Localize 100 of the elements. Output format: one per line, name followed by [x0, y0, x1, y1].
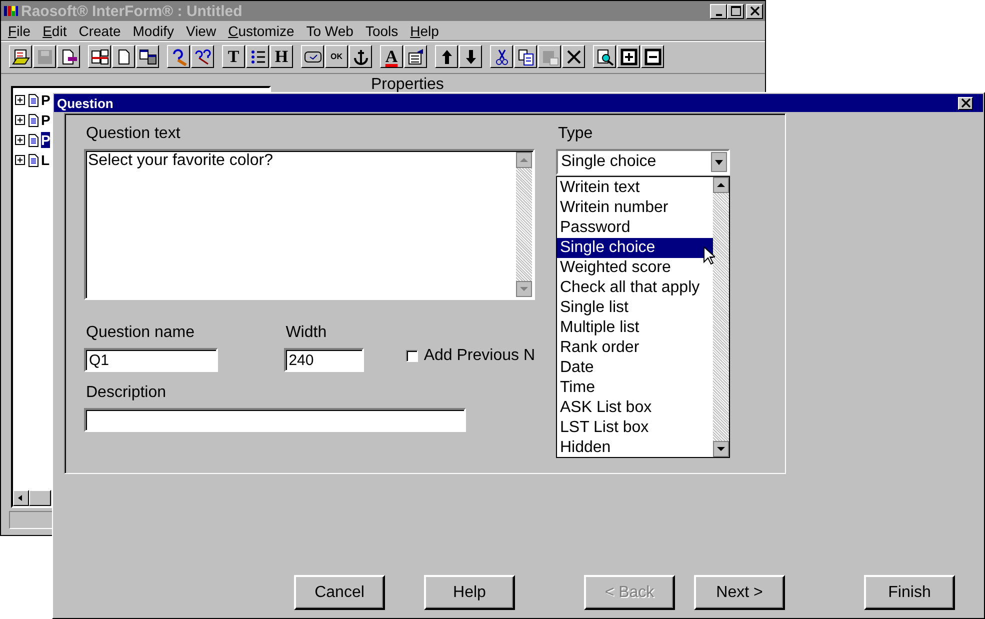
properties-icon — [406, 48, 424, 66]
menu-item[interactable]: Modify — [132, 22, 180, 38]
tree-item[interactable]: P — [41, 112, 50, 128]
dropdown-option[interactable]: Multiple list — [557, 318, 713, 338]
tree-item[interactable]: L — [41, 152, 50, 168]
tree-item[interactable]: P — [41, 132, 50, 148]
toolbar-button[interactable] — [136, 45, 159, 68]
toolbar-button[interactable] — [191, 45, 214, 68]
menu-item[interactable]: Create — [78, 22, 127, 38]
maximize-icon — [730, 6, 740, 16]
checkbox[interactable] — [406, 350, 418, 362]
toolbar-button[interactable] — [88, 45, 111, 68]
dropdown-option[interactable]: ASK List box — [557, 398, 713, 418]
dropdown-option[interactable]: Date — [557, 358, 713, 378]
properties-heading: Properties — [371, 76, 444, 94]
tree-item[interactable]: P — [41, 92, 50, 108]
preview-icon — [596, 48, 614, 66]
field-label: Description — [85, 384, 168, 403]
dropdown-option[interactable]: Time — [557, 378, 713, 398]
folder-icon — [12, 48, 30, 66]
toolbar-button[interactable] — [9, 45, 32, 68]
minimize-icon — [716, 14, 722, 16]
menu-item[interactable]: File — [7, 22, 37, 38]
pages-icon — [90, 48, 108, 66]
type-dropdown[interactable]: Single choice — [556, 149, 730, 175]
question-text-field[interactable]: Select your favorite color? — [84, 149, 535, 300]
toolbar-button[interactable] — [514, 45, 537, 68]
floppy-icon — [36, 48, 54, 66]
dropdown-option[interactable]: Weighted score — [557, 258, 713, 278]
toolbar-button[interactable]: T — [222, 45, 245, 68]
checkbox-label: Add Previous N — [424, 347, 535, 365]
toolbar-button[interactable] — [404, 45, 427, 68]
description-field[interactable] — [84, 408, 466, 432]
menu-item[interactable]: Edit — [42, 22, 73, 38]
menu-item[interactable]: View — [184, 22, 222, 38]
toolbar-button[interactable] — [301, 45, 324, 68]
copy-icon — [516, 48, 534, 66]
dialog-button[interactable]: Help — [424, 575, 515, 610]
dialog-button[interactable]: Cancel — [294, 575, 385, 610]
expand-icon — [15, 154, 26, 166]
scroll-left-button[interactable] — [13, 490, 29, 506]
menu-item[interactable]: To Web — [305, 22, 360, 38]
menu-item[interactable]: Tools — [364, 22, 404, 38]
plus-icon — [620, 48, 638, 66]
dropdown-option[interactable]: Rank order — [557, 338, 713, 358]
toolbar-button[interactable] — [617, 45, 640, 68]
dropdown-option[interactable]: Hidden — [557, 438, 713, 458]
list-icon — [248, 48, 266, 66]
menu-item[interactable]: Help — [409, 22, 445, 38]
width-field[interactable]: 240 — [284, 348, 364, 372]
minus-icon — [644, 48, 662, 66]
dialog-button[interactable]: Finish — [864, 575, 955, 610]
dropdown-option[interactable]: Single choice — [557, 238, 713, 258]
window-title: Question — [57, 96, 114, 110]
scroll-thumb[interactable] — [29, 490, 51, 506]
dropdown-option[interactable]: LST List box — [557, 418, 713, 438]
app-icon — [3, 4, 19, 18]
delete-icon — [564, 48, 582, 66]
dropdown-option[interactable]: Check all that apply — [557, 278, 713, 298]
expand-icon — [15, 114, 26, 126]
close-button[interactable] — [746, 4, 763, 18]
toolbar-button[interactable] — [459, 45, 482, 68]
toolbar-button[interactable] — [435, 45, 458, 68]
toolbar-button[interactable] — [641, 45, 664, 68]
close-button[interactable] — [958, 96, 973, 110]
close-icon — [960, 98, 970, 108]
toolbar-button[interactable] — [490, 45, 513, 68]
toolbar-button[interactable]: H — [270, 45, 293, 68]
page-icon — [28, 134, 39, 146]
dialog-button[interactable]: Next > — [694, 575, 785, 610]
dropdown-option[interactable]: Writein text — [557, 178, 713, 198]
toolbar-button[interactable] — [112, 45, 135, 68]
toolbar-button[interactable] — [167, 45, 190, 68]
page-icon — [28, 114, 39, 126]
dropdown-option[interactable]: Single list — [557, 298, 713, 318]
left-arrow-icon — [17, 494, 25, 502]
toolbar-button[interactable] — [349, 45, 372, 68]
expand-icon — [15, 134, 26, 146]
toolbar-button[interactable] — [246, 45, 269, 68]
field-label: Width — [284, 324, 328, 343]
close-icon — [750, 6, 760, 16]
minimize-button[interactable] — [710, 4, 727, 18]
menu-item[interactable]: Customize — [227, 22, 300, 38]
question-marks-icon — [194, 48, 212, 66]
toolbar-button[interactable] — [562, 45, 585, 68]
expand-icon — [15, 94, 26, 106]
name-field[interactable]: Q1 — [84, 348, 218, 372]
field-label: Question name — [85, 324, 196, 343]
toolbar-button[interactable]: OK — [325, 45, 348, 68]
toolbar-button[interactable] — [593, 45, 616, 68]
maximize-button[interactable] — [727, 4, 744, 18]
toolbar-button[interactable] — [57, 45, 80, 68]
scrollbar[interactable] — [516, 152, 532, 297]
dropdown-option[interactable]: Password — [557, 218, 713, 238]
dropdown-option[interactable]: Writein number — [557, 198, 713, 218]
windows-icon — [138, 48, 156, 66]
scrollbar[interactable] — [713, 177, 729, 457]
toolbar-button[interactable]: A — [380, 45, 403, 68]
mouse-pointer-icon — [703, 246, 715, 266]
field-label: Type — [557, 125, 594, 144]
